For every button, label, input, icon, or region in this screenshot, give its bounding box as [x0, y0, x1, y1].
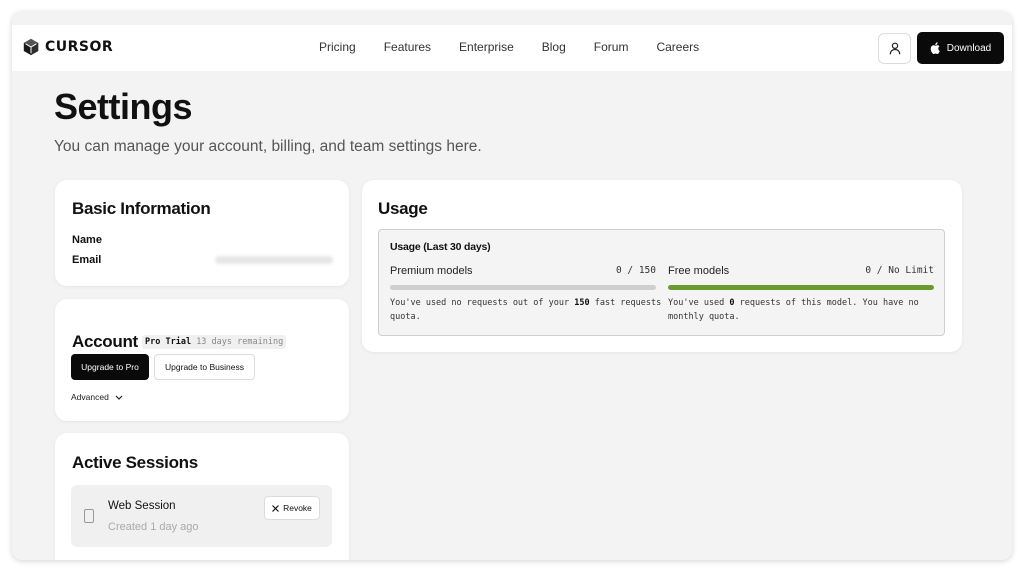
plan-name: Pro Trial — [145, 337, 192, 347]
premium-desc-quota: 150 — [574, 298, 590, 308]
free-models-label: Free models — [668, 265, 730, 277]
session-created: Created 1 day ago — [108, 521, 199, 533]
free-models-description: You've used 0 requests of this model. Yo… — [668, 296, 940, 324]
free-desc-pre: You've used — [668, 298, 730, 308]
page-subtitle: You can manage your account, billing, an… — [54, 138, 482, 155]
download-label: Download — [946, 42, 992, 54]
brand-name: CURSOR — [45, 39, 114, 55]
email-value-redacted — [215, 256, 333, 264]
nav-links: Pricing Features Enterprise Blog Forum C… — [319, 40, 727, 54]
device-icon — [84, 509, 94, 523]
advanced-label: Advanced — [71, 392, 109, 402]
email-label: Email — [72, 254, 102, 266]
user-icon — [889, 42, 900, 55]
usage-period-title: Usage (Last 30 days) — [390, 241, 491, 253]
download-button[interactable]: Download — [917, 32, 1004, 64]
chevron-down-icon — [115, 395, 123, 400]
nav-link-pricing[interactable]: Pricing — [319, 40, 356, 54]
revoke-button[interactable]: Revoke — [264, 496, 320, 520]
free-models-progress-fill — [668, 285, 934, 290]
premium-desc-pre: You've used no requests out of your — [390, 298, 575, 308]
free-models-count: 0 / No Limit — [865, 265, 934, 276]
premium-models-label: Premium models — [390, 265, 473, 277]
basic-information-title: Basic Information — [72, 199, 211, 218]
revoke-label: Revoke — [283, 503, 312, 513]
premium-models-description: You've used no requests out of your 150 … — [390, 296, 662, 324]
active-sessions-card: Active Sessions Web Session Created 1 da… — [55, 433, 349, 560]
top-nav: CURSOR Pricing Features Enterprise Blog … — [12, 25, 1012, 71]
close-icon — [272, 504, 279, 512]
usage-card: Usage Usage (Last 30 days) Premium model… — [362, 180, 962, 352]
nav-link-features[interactable]: Features — [384, 40, 431, 54]
nav-link-forum[interactable]: Forum — [594, 40, 629, 54]
active-sessions-title: Active Sessions — [72, 453, 198, 472]
browser-window: CURSOR Pricing Features Enterprise Blog … — [12, 12, 1012, 560]
basic-information-card: Basic Information Name Email — [55, 180, 349, 286]
nav-link-enterprise[interactable]: Enterprise — [459, 40, 514, 54]
upgrade-to-pro-button[interactable]: Upgrade to Pro — [71, 354, 149, 380]
usage-box: Usage (Last 30 days) Premium models 0 / … — [378, 229, 945, 336]
page-title: Settings — [54, 86, 193, 127]
upgrade-to-business-button[interactable]: Upgrade to Business — [154, 354, 255, 380]
nav-link-blog[interactable]: Blog — [542, 40, 566, 54]
session-name: Web Session — [108, 500, 176, 512]
session-item: Web Session Created 1 day ago Revoke — [71, 485, 332, 547]
name-label: Name — [72, 234, 102, 246]
account-title: Account — [72, 332, 138, 351]
usage-title: Usage — [378, 199, 428, 218]
premium-models-count: 0 / 150 — [615, 265, 656, 276]
brand-logo[interactable]: CURSOR — [22, 38, 113, 56]
trial-remaining: 13 days remaining — [196, 337, 284, 347]
nav-link-careers[interactable]: Careers — [656, 40, 699, 54]
account-card: Account Pro Trial 13 days remaining Upgr… — [55, 299, 349, 421]
apple-icon — [930, 42, 940, 54]
advanced-toggle[interactable]: Advanced — [71, 392, 123, 402]
user-account-button[interactable] — [878, 33, 911, 64]
premium-models-progress — [390, 285, 656, 290]
plan-badge: Pro Trial 13 days remaining — [142, 335, 287, 349]
cube-logo-icon — [23, 38, 39, 56]
free-models-progress — [668, 285, 934, 290]
